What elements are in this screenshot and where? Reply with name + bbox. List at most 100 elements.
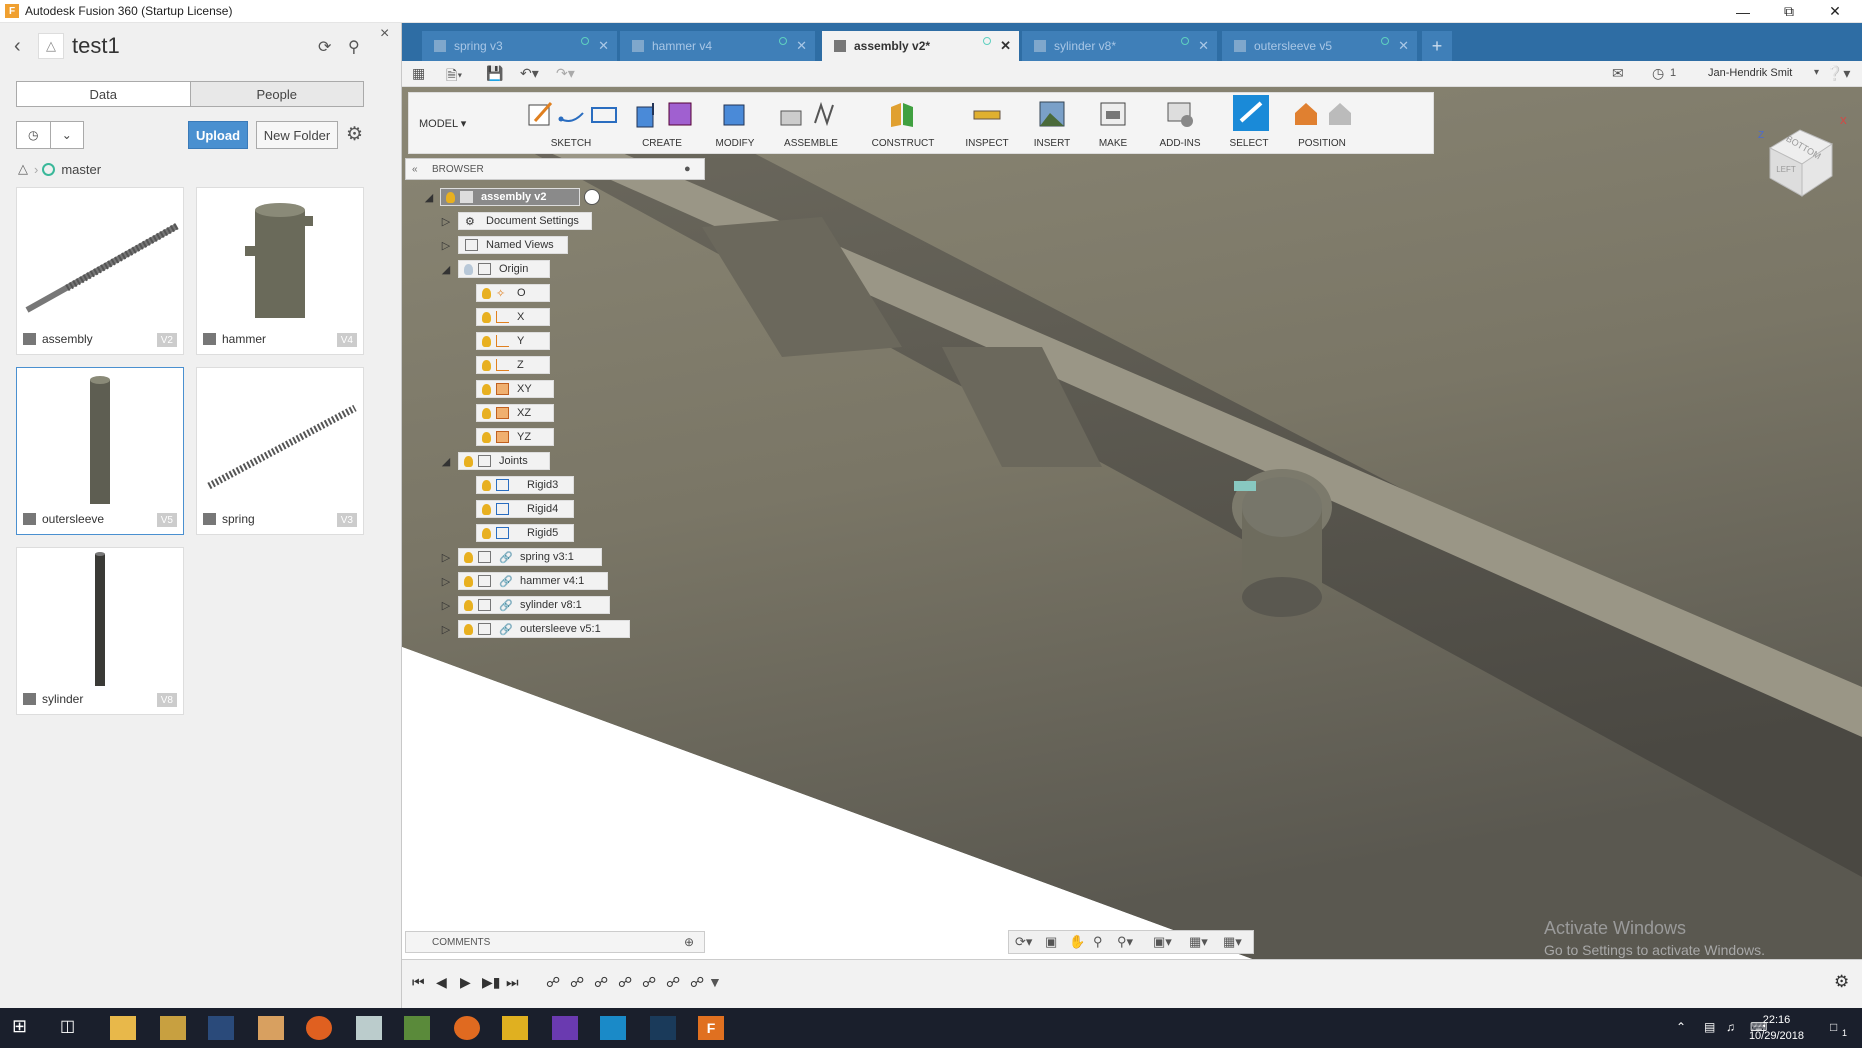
file-card-assembly[interactable]: assembly V2 (16, 187, 184, 355)
look-at-icon[interactable]: ▣ (1045, 934, 1057, 950)
expand-triangle-icon[interactable]: ▷ (440, 575, 452, 588)
undo-icon[interactable]: ↶▾ (520, 65, 539, 82)
branch-label[interactable]: master (61, 162, 101, 177)
expand-triangle-icon[interactable]: ▷ (440, 239, 452, 252)
visibility-bulb-icon[interactable] (482, 311, 491, 323)
go-to-start-icon[interactable]: ⏮ (412, 974, 425, 991)
tree-item-sylinder[interactable]: 🔗 sylinder v8:1 (458, 596, 610, 614)
timeline-joint-icon[interactable]: ☍ (642, 974, 656, 991)
notifications-icon[interactable]: ✉ (1612, 65, 1624, 82)
collapse-triangle-icon[interactable]: ◢ (440, 455, 452, 468)
timeline-joint-icon[interactable]: ☍ (570, 974, 584, 991)
tree-item-named-views[interactable]: Named Views (458, 236, 568, 254)
browser-panel-header[interactable]: « BROWSER ● (405, 158, 705, 180)
timeline-joint-icon[interactable]: ☍ (666, 974, 680, 991)
timeline-joint-icon[interactable]: ☍ (618, 974, 632, 991)
close-tab-icon[interactable]: ✕ (1398, 38, 1409, 54)
visibility-bulb-icon[interactable] (464, 551, 473, 563)
insert-group[interactable]: INSERT (1023, 93, 1081, 153)
app-icon[interactable] (306, 1016, 332, 1040)
timeline-marker-icon[interactable]: ▼ (708, 974, 722, 990)
visibility-bulb-icon[interactable] (464, 623, 473, 635)
app-icon[interactable] (208, 1016, 234, 1040)
add-ins-group[interactable]: ADD-INS (1147, 93, 1213, 153)
select-group[interactable]: SELECT (1219, 93, 1279, 153)
minecraft-icon[interactable] (404, 1016, 430, 1040)
sketch-group[interactable]: SKETCH (521, 93, 621, 153)
visibility-bulb-icon[interactable] (464, 575, 473, 587)
orbit-icon[interactable]: ⟳▾ (1015, 934, 1032, 950)
collapse-triangle-icon[interactable]: ◢ (440, 263, 452, 276)
firefox-icon[interactable] (454, 1016, 480, 1040)
visibility-bulb-icon[interactable] (464, 599, 473, 611)
visibility-bulb-icon[interactable] (482, 359, 491, 371)
app-icon[interactable] (502, 1016, 528, 1040)
doc-tab-outersleeve[interactable]: outersleeve v5 ✕ (1222, 31, 1418, 61)
step-forward-icon[interactable]: ▶▮ (482, 974, 500, 991)
zoom-icon[interactable]: ⚲ (1093, 934, 1103, 950)
file-card-hammer[interactable]: hammer V4 (196, 187, 364, 355)
task-view-icon[interactable]: ◫ (60, 1016, 86, 1040)
close-panel-icon[interactable]: × (380, 25, 389, 43)
expand-triangle-icon[interactable]: ▷ (440, 551, 452, 564)
collapse-icon[interactable]: « (412, 164, 418, 175)
go-to-end-icon[interactable]: ⏭ (506, 974, 519, 991)
network-icon[interactable]: ▤ (1704, 1020, 1715, 1034)
app-icon[interactable] (258, 1016, 284, 1040)
tree-item-xz-plane[interactable]: XZ (476, 404, 554, 422)
tree-item-spring[interactable]: 🔗 spring v3:1 (458, 548, 602, 566)
back-icon[interactable]: ‹ (14, 35, 28, 58)
file-card-sylinder[interactable]: sylinder V8 (16, 547, 184, 715)
steam-icon[interactable] (650, 1016, 676, 1040)
3d-viewport[interactable] (402, 87, 1862, 959)
tab-data[interactable]: Data (17, 82, 190, 106)
doc-tab-sylinder[interactable]: sylinder v8* ✕ (1022, 31, 1218, 61)
expand-triangle-icon[interactable]: ▷ (440, 215, 452, 228)
visibility-bulb-icon[interactable] (482, 527, 491, 539)
app-icon[interactable] (356, 1016, 382, 1040)
visibility-bulb-icon[interactable] (482, 431, 491, 443)
new-tab-icon[interactable]: + (1422, 31, 1452, 61)
tree-item-outersleeve[interactable]: 🔗 outersleeve v5:1 (458, 620, 630, 638)
grid-menu-icon[interactable]: ▦ (412, 65, 425, 82)
close-tab-icon[interactable]: ✕ (598, 38, 609, 54)
doc-tab-assembly[interactable]: assembly v2* ✕ (822, 31, 1020, 61)
view-cube[interactable]: BOTTOM LEFT Z X (1750, 108, 1850, 208)
activate-radio-icon[interactable] (584, 189, 600, 205)
assemble-group[interactable]: ASSEMBLE (773, 93, 849, 153)
tree-item-rigid5[interactable]: Rigid5 (476, 524, 574, 542)
add-comment-icon[interactable]: ⊕ (684, 935, 694, 949)
app-icon[interactable] (600, 1016, 626, 1040)
volume-icon[interactable]: ♫ (1726, 1020, 1735, 1034)
tree-item-origin[interactable]: Origin (458, 260, 550, 278)
tree-item-xy-plane[interactable]: XY (476, 380, 554, 398)
fit-icon[interactable]: ⚲▾ (1117, 934, 1133, 950)
close-tab-icon[interactable]: ✕ (1198, 38, 1209, 54)
visual-studio-icon[interactable] (552, 1016, 578, 1040)
tree-item-yz-plane[interactable]: YZ (476, 428, 554, 446)
pan-icon[interactable]: ✋ (1069, 934, 1085, 950)
tree-item-x-axis[interactable]: X (476, 308, 550, 326)
collapse-triangle-icon[interactable]: ◢ (423, 191, 435, 204)
close-tab-icon[interactable]: ✕ (1000, 38, 1011, 54)
fusion-taskbar-icon[interactable]: F (698, 1016, 724, 1040)
comments-panel[interactable]: COMMENTS ⊕ (405, 931, 705, 953)
modify-group[interactable]: MODIFY (703, 93, 767, 153)
file-explorer-icon[interactable] (110, 1016, 136, 1040)
timeline-joint-icon[interactable]: ☍ (594, 974, 608, 991)
version-filter-dropdown[interactable]: ◷ ⌄ (16, 121, 84, 149)
timeline-joint-icon[interactable]: ☍ (546, 974, 560, 991)
upload-button[interactable]: Upload (188, 121, 248, 149)
save-icon[interactable]: 💾 (486, 65, 503, 82)
tree-item-document-settings[interactable]: ⚙ Document Settings (458, 212, 592, 230)
tree-item-y-axis[interactable]: Y (476, 332, 550, 350)
new-folder-button[interactable]: New Folder (256, 121, 338, 149)
minimize-button[interactable]: — (1720, 0, 1766, 23)
job-status-icon[interactable]: ◷ (1652, 65, 1664, 82)
close-tab-icon[interactable]: ✕ (796, 38, 807, 54)
tree-item-origin-point[interactable]: ✧ O (476, 284, 550, 302)
maximize-button[interactable]: ⧉ (1766, 0, 1812, 23)
help-icon[interactable]: ❔▾ (1826, 65, 1850, 82)
tray-chevron-icon[interactable]: ⌃ (1676, 1020, 1686, 1034)
tree-item-rigid3[interactable]: Rigid3 (476, 476, 574, 494)
